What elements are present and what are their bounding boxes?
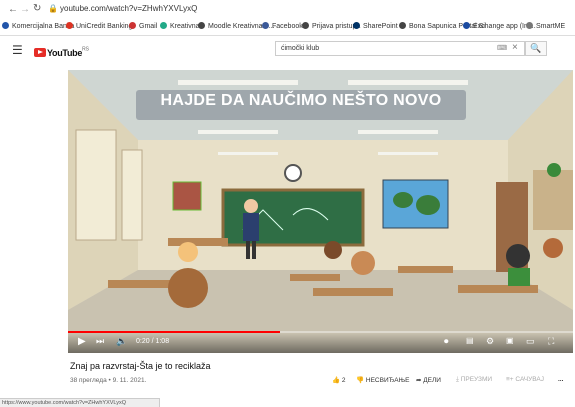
fullscreen-icon[interactable]: ⛶: [548, 336, 554, 347]
keyboard-icon[interactable]: ⌨: [497, 44, 507, 52]
bookmark-item[interactable]: UniCredit Banking: [66, 22, 132, 30]
search-button[interactable]: 🔍: [525, 41, 547, 56]
search-input[interactable]: ćimočki klub: [275, 41, 525, 56]
theater-mode-icon[interactable]: ▭: [526, 336, 535, 347]
bookmark-item[interactable]: Exchange app (Inf...: [463, 22, 536, 30]
captions-icon[interactable]: ▤: [466, 336, 474, 345]
gmail-icon: [129, 22, 136, 29]
thumbs-up-icon: 👍: [332, 377, 341, 384]
share-button[interactable]: ➦ ДЕЛИ: [416, 376, 441, 384]
url-field[interactable]: youtube.com/watch?v=ZHwhYXVLyxQ: [60, 4, 197, 13]
save-playlist-icon: ≡+: [506, 376, 514, 383]
download-button[interactable]: ⤓ ПРЕУЗМИ: [456, 376, 492, 384]
bookmark-icon: [66, 22, 73, 29]
volume-icon[interactable]: 🔈: [116, 336, 127, 347]
back-icon[interactable]: ←: [8, 4, 18, 15]
globe-icon: [526, 22, 533, 29]
globe-icon: [399, 22, 406, 29]
thumbs-down-icon: 👎: [356, 377, 365, 384]
dislike-button[interactable]: 👎 НЕСВИЂАЊЕ: [356, 376, 410, 384]
progress-fill: [68, 331, 281, 333]
download-icon: ⤓: [456, 376, 459, 383]
youtube-play-logo-icon: [34, 48, 46, 58]
browser-status-bar: https://www.youtube.com/watch?v=ZHwhYXVL…: [0, 398, 160, 407]
bookmark-item[interactable]: Prijava pristupa: [302, 22, 360, 30]
reload-icon[interactable]: ↻: [33, 3, 41, 14]
autoplay-toggle-icon[interactable]: ⏺: [444, 336, 449, 347]
video-player[interactable]: HAJDE DA NAUČIMO NEŠTO NOVO: [68, 70, 573, 353]
like-button[interactable]: 👍 2: [332, 376, 346, 384]
youtube-logo[interactable]: YouTubeRS: [34, 44, 89, 62]
sharepoint-icon: [353, 22, 360, 29]
menu-icon[interactable]: ☰: [12, 43, 23, 57]
globe-icon: [198, 22, 205, 29]
bookmark-item[interactable]: Facebook: [262, 22, 303, 30]
bookmarks-bar: Komercijalna Banka UniCredit Banking Gma…: [0, 19, 575, 36]
timecode: 0:20 / 1:08: [136, 338, 170, 345]
bookmark-icon: [2, 22, 9, 29]
play-icon[interactable]: ▶: [78, 336, 86, 347]
forward-icon[interactable]: →: [20, 4, 30, 15]
lock-icon[interactable]: 🔒: [48, 4, 58, 13]
bookmark-icon: [160, 22, 167, 29]
video-meta: 38 прегледа • 9. 11. 2021.: [70, 377, 147, 384]
miniplayer-icon[interactable]: ▣: [506, 336, 514, 345]
search-icon: 🔍: [530, 43, 542, 53]
globe-icon: [302, 22, 309, 29]
more-actions-button[interactable]: ...: [558, 376, 563, 383]
facebook-icon: [262, 22, 269, 29]
video-overlay-title: HAJDE DA NAUČIMO NEŠTO NOVO: [160, 92, 442, 109]
exchange-icon: [463, 22, 470, 29]
next-icon[interactable]: ⏭: [96, 336, 104, 347]
bookmark-item[interactable]: SmartME: [526, 22, 565, 30]
settings-gear-icon[interactable]: ⚙: [486, 336, 494, 347]
bookmark-item[interactable]: Gmail: [129, 22, 157, 30]
clear-search-icon[interactable]: ×: [512, 42, 518, 53]
bookmark-item[interactable]: Komercijalna Banka: [2, 22, 74, 30]
share-icon: ➦: [416, 377, 422, 384]
bookmark-item[interactable]: SharePoint: [353, 22, 398, 30]
video-title: Znaj pa razvrstaj-Šta je to reciklaža: [70, 361, 211, 371]
bookmark-item[interactable]: Kreativna: [160, 22, 200, 30]
save-button[interactable]: ≡+ САЧУВАЈ: [506, 376, 544, 383]
